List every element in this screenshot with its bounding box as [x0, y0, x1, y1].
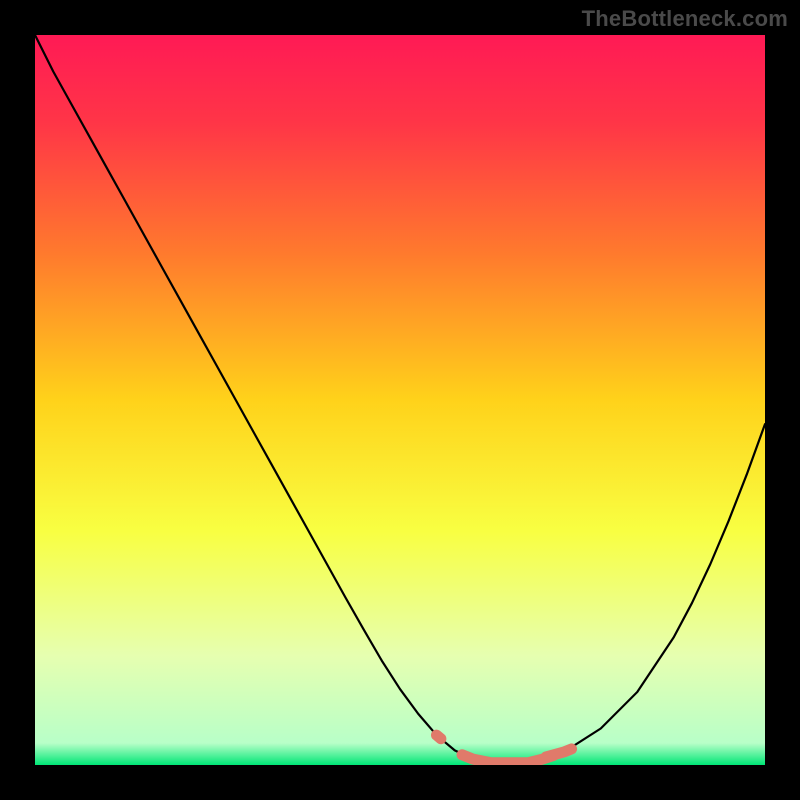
plot-svg: [35, 35, 765, 765]
gradient-background: [35, 35, 765, 765]
chart-frame: TheBottleneck.com: [0, 0, 800, 800]
plot-area: [35, 35, 765, 765]
watermark-text: TheBottleneck.com: [582, 6, 788, 32]
highlight-left-dot: [437, 735, 441, 739]
